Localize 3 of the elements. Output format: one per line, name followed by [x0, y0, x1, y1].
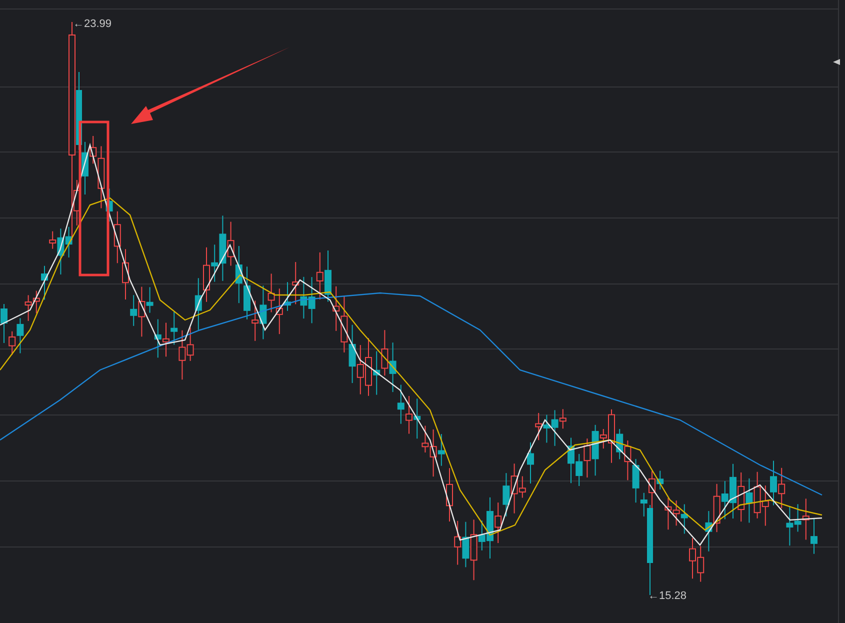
- high-price-label: ←23.99: [73, 18, 112, 30]
- low-price-label: ←15.28: [648, 590, 687, 602]
- collapse-icon[interactable]: [833, 59, 840, 65]
